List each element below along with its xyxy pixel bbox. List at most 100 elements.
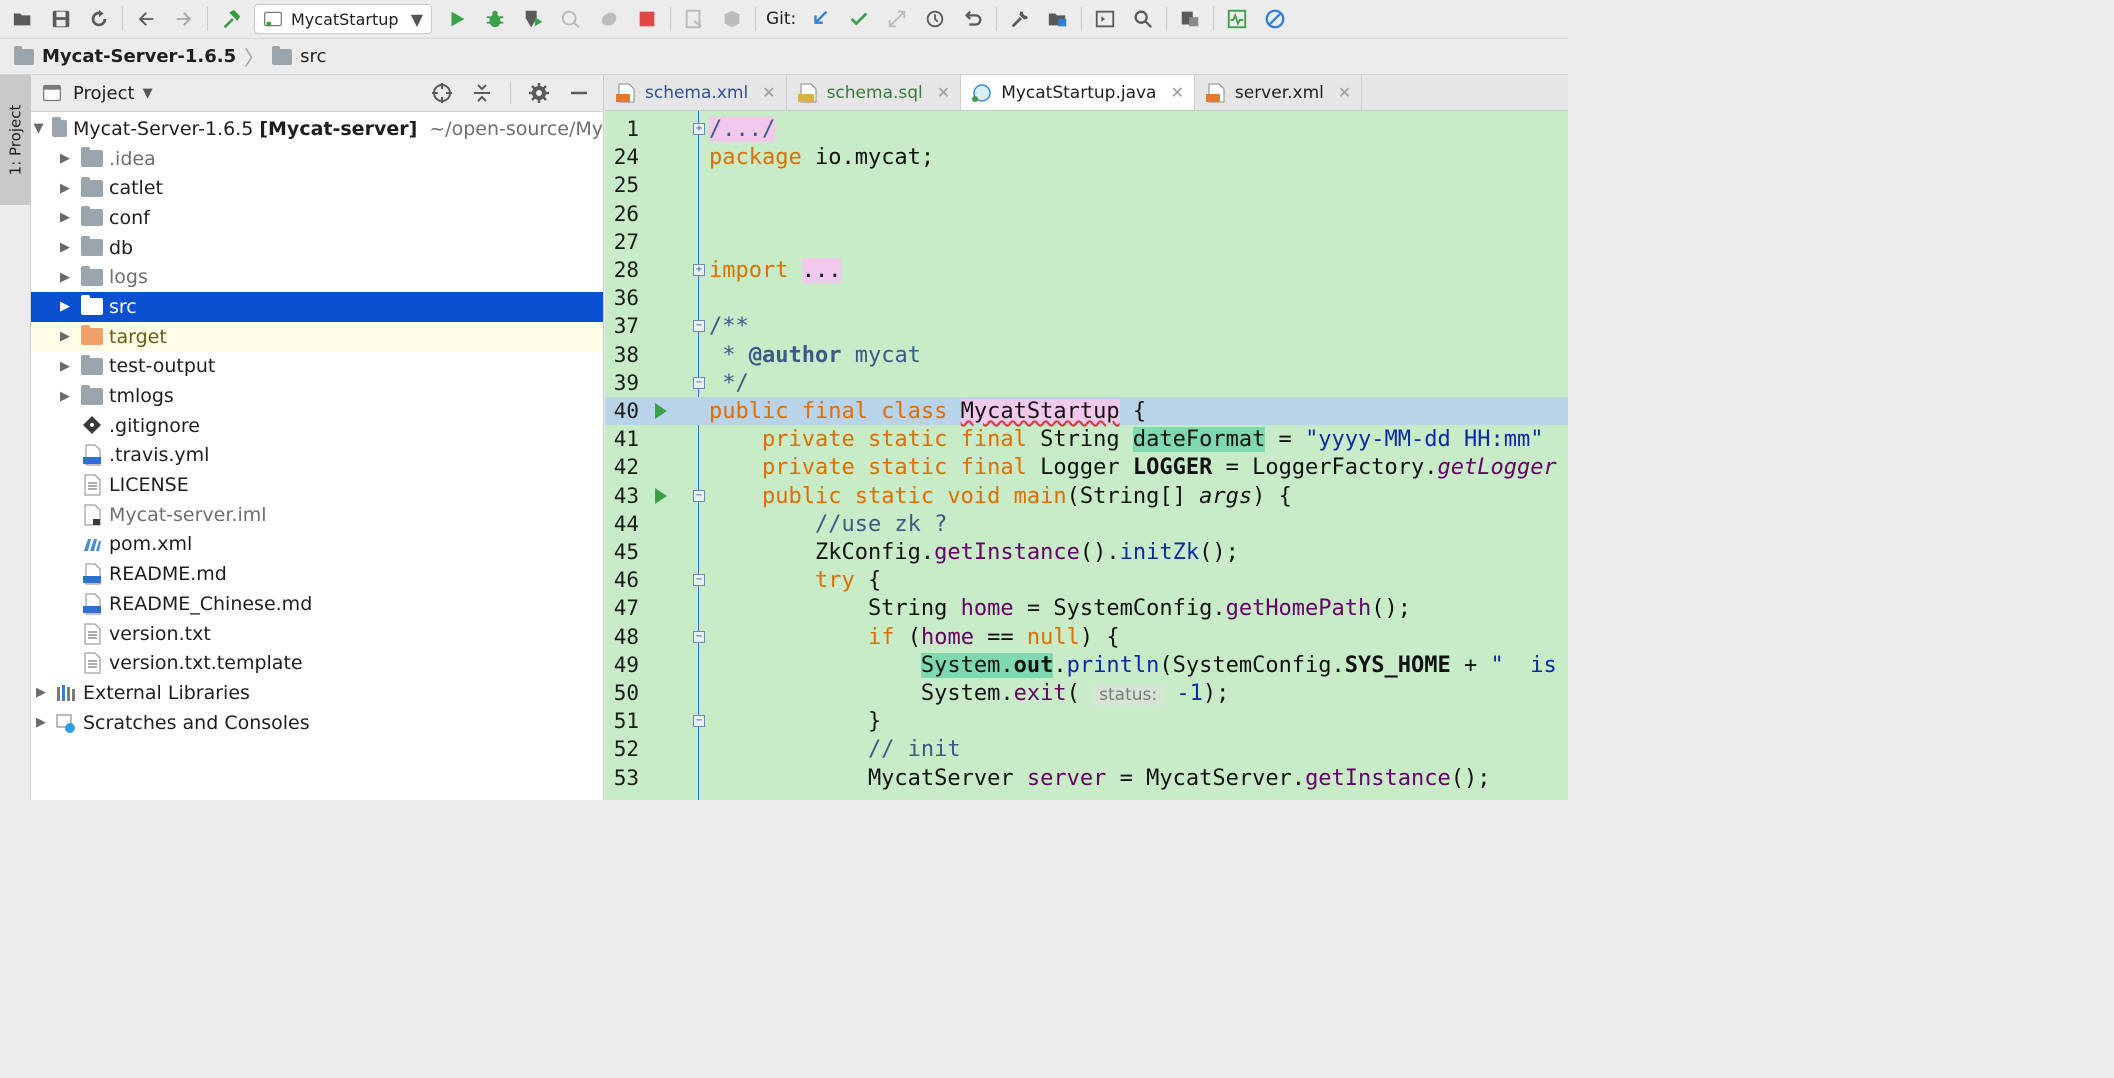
git-compare-icon[interactable] (882, 4, 912, 34)
close-icon[interactable]: ✕ (937, 83, 950, 102)
close-icon[interactable]: ✕ (1338, 83, 1351, 102)
fold-collapse-icon[interactable]: − (693, 320, 705, 332)
tree-item-project-root[interactable]: ▼ Mycat-Server-1.6.5 [Mycat-server] ~/op… (31, 114, 603, 144)
tree-item-src[interactable]: ▶ src (31, 292, 603, 322)
breadcrumb-separator-icon: 〉 (244, 46, 265, 70)
git-update-icon[interactable] (806, 4, 836, 34)
collapse-all-icon[interactable] (470, 81, 494, 105)
run-gutter-icon[interactable] (655, 488, 667, 504)
tree-item-target[interactable]: ▶ target (31, 321, 603, 352)
fold-collapse-icon[interactable]: − (693, 490, 705, 502)
forward-arrow-icon[interactable] (169, 4, 199, 34)
chevron-right-icon[interactable]: ▶ (57, 299, 73, 314)
open-folder-icon[interactable] (8, 4, 38, 34)
tab-server-xml[interactable]: server.xml ✕ (1195, 75, 1363, 110)
tree-item-readme-chinese[interactable]: README_Chinese.md (31, 589, 603, 619)
folder-icon (272, 45, 293, 65)
inspect-icon[interactable] (679, 4, 709, 34)
tree-item-readme[interactable]: README.md (31, 559, 603, 589)
tree-item-pom-xml[interactable]: pom.xml (31, 530, 603, 560)
close-icon[interactable]: ✕ (1170, 83, 1183, 102)
tree-item-conf[interactable]: ▶ conf (31, 203, 603, 233)
fold-expand-icon[interactable]: + (693, 123, 705, 135)
header-separator (510, 82, 511, 104)
run-anything-icon[interactable] (1090, 4, 1120, 34)
tree-item-label: db (109, 236, 134, 259)
tree-item-catlet[interactable]: ▶ catlet (31, 173, 603, 203)
code-text: public static void main(String[] args) { (761, 483, 1292, 509)
gear-icon[interactable] (527, 81, 551, 105)
tree-item-logs[interactable]: ▶ logs (31, 262, 603, 292)
back-arrow-icon[interactable] (131, 4, 161, 34)
run-configuration-selector[interactable]: MycatStartup ▼ (254, 4, 432, 34)
power-save-mode-icon[interactable] (1260, 4, 1290, 34)
project-structure-icon[interactable] (1043, 4, 1073, 34)
breadcrumb-project[interactable]: Mycat-Server-1.6.5 (42, 46, 236, 67)
stop-icon[interactable] (632, 4, 662, 34)
breadcrumb-folder[interactable]: src (300, 46, 326, 67)
tree-item-external-libraries[interactable]: ▶ External Libraries (31, 678, 603, 708)
tree-item-gitignore[interactable]: .gitignore (31, 411, 603, 441)
run-with-coverage-icon[interactable] (518, 4, 548, 34)
chevron-right-icon[interactable]: ▶ (57, 359, 73, 374)
chevron-right-icon[interactable]: ▶ (33, 715, 49, 730)
fold-end-icon[interactable]: − (693, 377, 705, 389)
line-number: 40 (613, 399, 639, 424)
tab-label: schema.xml (645, 82, 749, 103)
debug-bug-icon[interactable] (480, 4, 510, 34)
chevron-right-icon[interactable]: ▶ (57, 240, 73, 255)
run-icon[interactable] (442, 4, 472, 34)
fold-collapse-icon[interactable]: − (693, 631, 705, 643)
code-text: } (709, 708, 882, 734)
project-tool-tab[interactable]: 1: Project (0, 75, 31, 205)
chevron-down-icon[interactable]: ▼ (33, 121, 44, 136)
git-rollback-icon[interactable] (958, 4, 988, 34)
fold-collapse-icon[interactable]: − (693, 574, 705, 586)
search-icon[interactable] (1128, 4, 1158, 34)
chevron-right-icon[interactable]: ▶ (57, 151, 73, 166)
tree-item-scratches[interactable]: ▶ Scratches and Consoles (31, 708, 603, 738)
profiler-icon[interactable] (556, 4, 586, 34)
tree-item-db[interactable]: ▶ db (31, 233, 603, 263)
tree-item-version-template[interactable]: version.txt.template (31, 648, 603, 678)
tree-item-travis-yml[interactable]: .travis.yml (31, 441, 603, 471)
chevron-right-icon[interactable]: ▶ (57, 181, 73, 196)
close-icon[interactable]: ✕ (762, 83, 775, 102)
tree-item-tmlogs[interactable]: ▶ tmlogs (31, 381, 603, 411)
tree-item-iml[interactable]: Mycat-server.iml (31, 500, 603, 530)
tree-item-license[interactable]: LICENSE (31, 470, 603, 500)
chevron-right-icon[interactable]: ▶ (57, 270, 73, 285)
chevron-down-icon[interactable]: ▼ (143, 86, 153, 101)
tree-item-label: .travis.yml (109, 444, 210, 467)
tree-item-label: Mycat-server.iml (109, 503, 267, 526)
tree-item-version-txt[interactable]: version.txt (31, 619, 603, 649)
save-all-icon[interactable] (46, 4, 76, 34)
tree-item-idea[interactable]: ▶ .idea (31, 144, 603, 174)
markdown-file-icon (81, 593, 103, 615)
chevron-right-icon[interactable]: ▶ (57, 329, 73, 344)
structure-icon[interactable] (717, 4, 747, 34)
sync-icon[interactable] (84, 4, 114, 34)
git-commit-check-icon[interactable] (844, 4, 874, 34)
tab-mycatstartup-java[interactable]: MycatStartup.java ✕ (961, 75, 1195, 110)
build-hammer-icon[interactable] (216, 4, 246, 34)
tree-item-test-output[interactable]: ▶ test-output (31, 352, 603, 382)
fold-expand-icon[interactable]: + (693, 264, 705, 276)
settings-wrench-icon[interactable] (1005, 4, 1035, 34)
fold-end-icon[interactable]: − (693, 715, 705, 727)
code-area[interactable]: 1 + /.../ 24 package io.mycat; 25 26 27 … (605, 111, 1568, 800)
code-line: 52 // init (605, 735, 1568, 763)
chevron-right-icon[interactable]: ▶ (33, 685, 49, 700)
project-view-selector[interactable]: Project (73, 83, 135, 104)
tab-schema-xml[interactable]: schema.xml ✕ (605, 75, 787, 110)
hide-minimize-icon[interactable] (567, 81, 591, 105)
chevron-right-icon[interactable]: ▶ (57, 389, 73, 404)
database-console-icon[interactable] (1175, 4, 1205, 34)
tab-schema-sql[interactable]: schema.sql ✕ (787, 75, 962, 110)
git-history-clock-icon[interactable] (920, 4, 950, 34)
run-gutter-icon[interactable] (655, 403, 667, 419)
attach-debugger-icon[interactable] (594, 4, 624, 34)
activity-monitor-icon[interactable] (1222, 4, 1252, 34)
locate-target-icon[interactable] (430, 81, 454, 105)
chevron-right-icon[interactable]: ▶ (57, 210, 73, 225)
